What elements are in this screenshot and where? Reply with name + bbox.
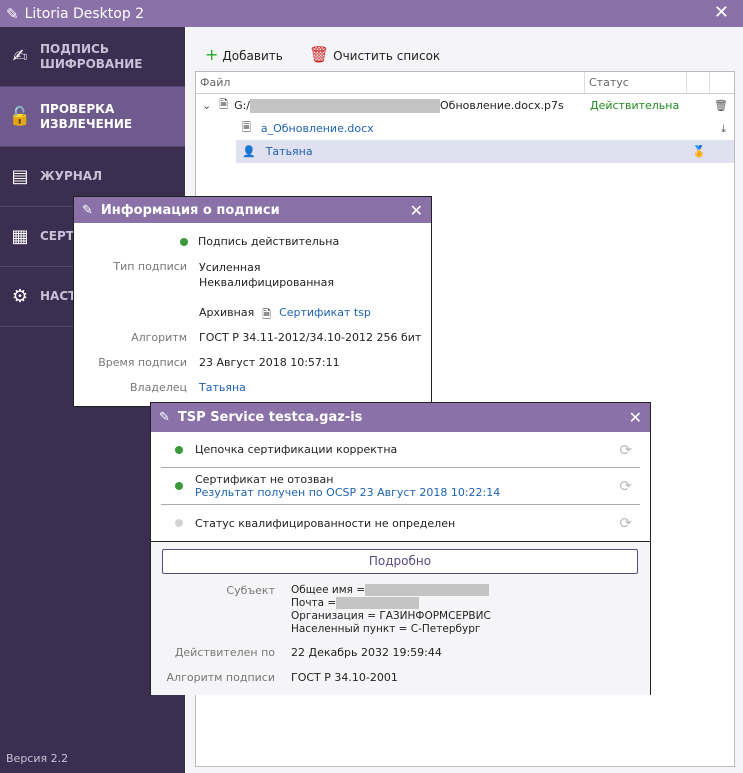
column-file[interactable]: Файл bbox=[196, 72, 585, 93]
algorithm-label: Алгоритм bbox=[131, 331, 187, 344]
close-dialog-button[interactable]: ✕ bbox=[410, 201, 423, 220]
refresh-icon[interactable]: ⟳ bbox=[619, 477, 632, 495]
clear-label: Очистить список bbox=[333, 49, 441, 63]
dialog-header: ✎ TSP Service testca.gaz-is ✕ bbox=[151, 403, 650, 432]
pen-lock-icon: ✍ bbox=[12, 46, 28, 67]
dialog-title: TSP Service testca.gaz-is bbox=[177, 410, 363, 425]
nav-label: СЕРТ bbox=[40, 229, 74, 243]
add-label: Добавить bbox=[222, 49, 283, 63]
table-row-content[interactable]: 🗏 a_Обновление.docx ⤓ bbox=[196, 117, 734, 140]
subject-value: Общее имя = Почта = Организация = ГАЗИНФ… bbox=[291, 584, 491, 636]
redacted bbox=[365, 584, 490, 596]
time-value: 23 Август 2018 10:57:11 bbox=[199, 356, 340, 369]
signed-file-icon: 🗎 bbox=[219, 98, 229, 111]
column-extra bbox=[687, 72, 710, 93]
signature-info-dialog: ✎ Информация о подписи ✕ Подпись действите… bbox=[73, 196, 432, 407]
type-value: Усиленная bbox=[199, 261, 261, 274]
owner-link[interactable]: Татьяна bbox=[199, 381, 246, 394]
unlock-check-icon: 🔓 bbox=[8, 106, 32, 127]
owner-label: Владелец bbox=[130, 381, 187, 394]
trash-list-icon: 🗑 bbox=[308, 45, 330, 64]
certificate-icon: ▦ bbox=[11, 226, 29, 247]
check-revocation: Сертификат не отозван Результат получен п… bbox=[161, 468, 640, 505]
status-badge: Действительна bbox=[590, 99, 680, 112]
column-status[interactable]: Статус bbox=[585, 72, 687, 93]
nav-label: ШИФРОВАНИЕ bbox=[40, 56, 143, 71]
organization: Организация = ГАЗИНФОРМСЕРВИС bbox=[291, 610, 491, 622]
email: Почта = bbox=[291, 597, 337, 609]
algorithm-value: ГОСТ Р 34.11-2012/34.10-2012 256 бит bbox=[199, 331, 422, 344]
tsp-dialog: ✎ TSP Service testca.gaz-is ✕ Цепочка серт… bbox=[150, 402, 651, 695]
redacted bbox=[250, 98, 441, 113]
gear-icon: ⚙ bbox=[11, 286, 29, 307]
time-label: Время подписи bbox=[98, 356, 187, 369]
table-row-file[interactable]: ⌄ 🗎 G:/ Обновление.docx.p7s Действительна… bbox=[196, 94, 734, 117]
certificate-badge-icon[interactable]: 🏅 bbox=[692, 145, 706, 158]
valid-value: 22 Декабрь 2032 19:59:44 bbox=[291, 646, 442, 659]
document-icon: 🗏 bbox=[242, 121, 251, 134]
archive-label: Архивная bbox=[199, 306, 255, 319]
common-name: Общее имя = bbox=[291, 584, 366, 596]
download-icon[interactable]: ⤓ bbox=[721, 122, 726, 136]
check-text: Сертификат не отозван bbox=[195, 473, 334, 486]
check-qualification: Статус квалифицированности не определен ⟳ bbox=[161, 505, 640, 541]
check-text: Статус квалифицированности не определен bbox=[195, 516, 456, 530]
nav-label: ЖУРНАЛ bbox=[40, 169, 103, 183]
locality: Населенный пункт = С-Петербург bbox=[291, 623, 481, 635]
check-chain: Цепочка сертификации корректна ⟳ bbox=[161, 432, 640, 468]
plus-icon: + bbox=[205, 45, 219, 64]
type-value: Неквалифицированная bbox=[199, 276, 334, 289]
signature-status: Подпись действительна bbox=[198, 235, 340, 248]
sidebar-item-sign[interactable]: ✍ ПОДПИСЬ ШИФРОВАНИЕ bbox=[0, 27, 185, 87]
table-header: Файл Статус bbox=[196, 72, 734, 94]
edit-icon: ✎ bbox=[159, 410, 170, 425]
sig-alg-value: ГОСТ Р 34.10-2001 bbox=[291, 671, 398, 684]
app-logo-icon: ✎ bbox=[6, 4, 19, 23]
subject-label: Субъект bbox=[226, 584, 275, 597]
close-dialog-button[interactable]: ✕ bbox=[629, 408, 642, 427]
nav-label: ПОДПИСЬ bbox=[40, 41, 109, 56]
delete-icon[interactable]: 🗑 bbox=[714, 99, 728, 112]
version-label: Версия 2.2 bbox=[6, 752, 69, 765]
chevron-down-icon[interactable]: ⌄ bbox=[202, 99, 211, 112]
certificate-icon: 🗎 bbox=[262, 308, 272, 321]
content-file-link[interactable]: a_Обновление.docx bbox=[261, 122, 374, 135]
refresh-icon[interactable]: ⟳ bbox=[619, 514, 632, 532]
signer-link[interactable]: Татьяна bbox=[266, 145, 313, 158]
status-dot bbox=[175, 445, 183, 454]
status-dot bbox=[175, 519, 183, 527]
title-bar: ✎ Litoria Desktop 2 ✕ bbox=[0, 0, 743, 27]
type-label: Тип подписи bbox=[113, 260, 187, 273]
sidebar-item-verify[interactable]: 🔓 ПРОВЕРКА ИЗВЛЕЧЕНИЕ bbox=[0, 87, 185, 147]
clear-list-button[interactable]: 🗑 Очистить список bbox=[309, 45, 440, 64]
details-button[interactable]: Подробно bbox=[162, 549, 638, 574]
dialog-title: Информация о подписи bbox=[100, 202, 280, 218]
table-row-signer[interactable]: 👤 Татьяна 🏅 bbox=[236, 140, 734, 163]
valid-label: Действителен по bbox=[174, 646, 275, 659]
redacted bbox=[336, 597, 420, 609]
dialog-header: ✎ Информация о подписи ✕ bbox=[74, 197, 431, 223]
edit-icon: ✎ bbox=[82, 202, 93, 218]
tsp-certificate-link[interactable]: Сертификат tsp bbox=[279, 306, 371, 325]
add-button[interactable]: + Добавить bbox=[205, 45, 283, 64]
file-path: G:/ Обновление.docx.p7s bbox=[234, 98, 564, 113]
file-name: Обновление.docx.p7s bbox=[440, 98, 564, 112]
sig-alg-label: Алгоритм подписи bbox=[166, 671, 275, 684]
status-dot bbox=[180, 237, 188, 246]
check-text: Цепочка сертификации корректна bbox=[195, 443, 398, 456]
toolbar: + Добавить 🗑 Очистить список bbox=[205, 45, 440, 64]
user-icon: 👤 bbox=[242, 145, 256, 158]
nav-label: НАСТ bbox=[40, 289, 77, 303]
app-title: Litoria Desktop 2 bbox=[24, 5, 145, 22]
journal-icon: ▤ bbox=[11, 166, 29, 187]
window-close-button[interactable]: ✕ bbox=[714, 2, 729, 23]
check-subtext: Результат получен по OCSP 23 Август 2018… bbox=[195, 486, 501, 499]
status-dot bbox=[175, 482, 183, 490]
nav-label: ПРОВЕРКА bbox=[40, 101, 115, 116]
path-prefix: G:/ bbox=[234, 98, 251, 112]
refresh-icon[interactable]: ⟳ bbox=[619, 441, 632, 459]
nav-label: ИЗВЛЕЧЕНИЕ bbox=[40, 116, 133, 131]
